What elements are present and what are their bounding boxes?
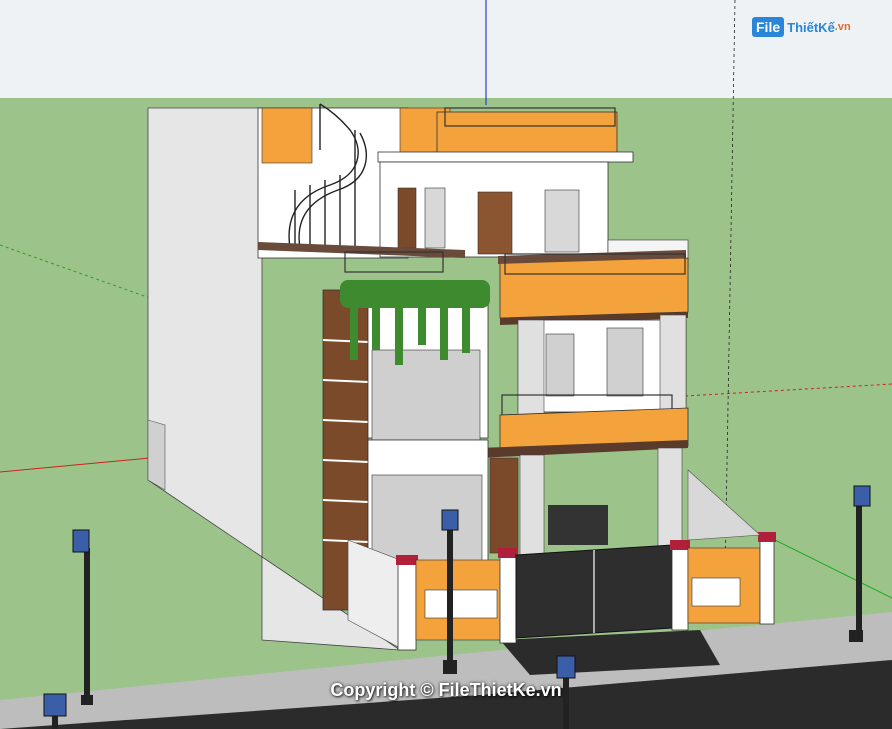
logo-domain: .vn xyxy=(834,21,851,33)
planter-left xyxy=(424,589,498,619)
second-window-left xyxy=(545,333,575,397)
planter-right xyxy=(691,577,741,607)
filethietke-logo: File ThiếtKế .vn xyxy=(752,14,864,40)
post-cap-1 xyxy=(396,555,418,565)
patio-furniture xyxy=(548,505,608,545)
post-cap-2 xyxy=(498,548,518,558)
ground-pillar-left xyxy=(519,454,545,556)
roof-terrace-wall xyxy=(436,111,618,158)
front-orange-block-upper xyxy=(499,257,689,319)
second-floor-glass xyxy=(371,349,481,441)
gate-post-3 xyxy=(671,544,689,631)
stone-pillar-right xyxy=(659,314,687,414)
architectural-render: File ThiếtKế .vn Copyright © FileThietKe… xyxy=(0,0,892,729)
upper-door-left xyxy=(397,187,417,249)
rear-orange-panel xyxy=(261,107,313,164)
copyright-watermark: Copyright © FileThietKe.vn xyxy=(330,680,562,700)
second-window-right xyxy=(606,327,644,397)
ground-door xyxy=(489,457,519,554)
logo-name: ThiếtKế xyxy=(787,19,835,35)
side-annex xyxy=(147,419,166,491)
upper-window-right xyxy=(544,189,580,253)
stone-pillar-left xyxy=(517,319,545,419)
upper-main-door xyxy=(477,191,513,255)
gate-post-2 xyxy=(499,552,517,644)
post-cap-4 xyxy=(758,532,776,542)
post-cap-3 xyxy=(670,540,690,550)
gate-post-4 xyxy=(759,537,775,625)
ground-pillar-right xyxy=(657,447,683,549)
house-model-3d xyxy=(0,0,892,729)
roof-slab xyxy=(377,151,634,163)
upper-window-left xyxy=(424,187,446,249)
gate-post-1 xyxy=(397,559,417,651)
logo-file: File xyxy=(752,17,785,37)
